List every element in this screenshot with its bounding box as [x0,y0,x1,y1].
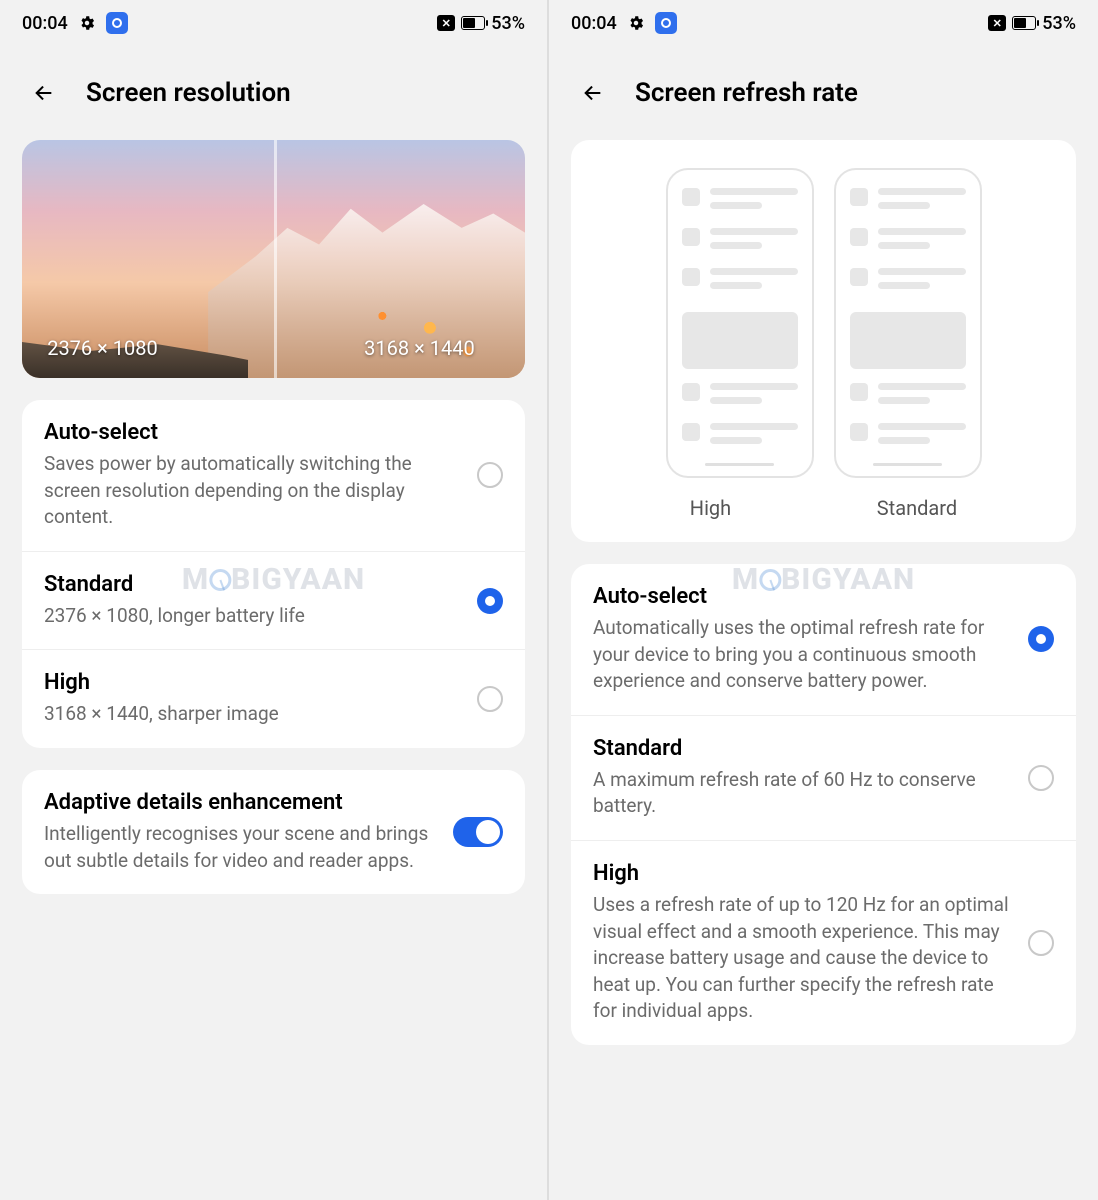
option-title: Adaptive details enhancement [44,790,441,815]
toggle-on-icon[interactable] [453,817,503,847]
option-title: Auto-select [44,420,465,445]
resolution-preview-image: 2376 × 1080 3168 × 1440 [22,140,525,378]
option-desc: Automatically uses the optimal refresh r… [593,615,1016,695]
gear-icon [627,14,645,32]
page-header: Screen refresh rate [549,42,1098,140]
phone-illustration-standard [834,168,982,478]
battery-text: 53% [491,13,525,34]
preview-res-left: 2376 × 1080 [47,336,158,360]
clock-text: 00:04 [571,13,617,34]
preview-label-high: High [690,496,731,520]
status-bar: 00:04 ✕ 53% [549,0,1098,42]
option-desc: A maximum refresh rate of 60 Hz to conse… [593,767,1016,820]
radio-unselected-icon[interactable] [1028,765,1054,791]
option-title: Standard [44,572,465,597]
option-desc: Intelligently recognises your scene and … [44,821,441,874]
status-bar: 00:04 ✕ 53% [0,0,547,42]
option-desc: Uses a refresh rate of up to 120 Hz for … [593,892,1016,1025]
option-desc: 2376 × 1080, longer battery life [44,603,465,630]
page-title: Screen resolution [86,78,291,108]
back-arrow-icon[interactable] [579,82,607,104]
option-title: Standard [593,736,1016,761]
radio-unselected-icon[interactable] [1028,930,1054,956]
option-adaptive-details[interactable]: Adaptive details enhancement Intelligent… [22,770,525,894]
radio-unselected-icon[interactable] [477,686,503,712]
camera-app-icon [655,12,677,34]
option-standard[interactable]: Standard A maximum refresh rate of 60 Hz… [571,716,1076,841]
option-desc: Saves power by automatically switching t… [44,451,465,531]
battery-text: 53% [1042,13,1076,34]
camera-app-icon [106,12,128,34]
refresh-preview: High Standard [571,140,1076,542]
option-title: High [44,670,465,695]
option-desc: 3168 × 1440, sharper image [44,701,465,728]
clock-text: 00:04 [22,13,68,34]
radio-unselected-icon[interactable] [477,462,503,488]
option-title: High [593,861,1016,886]
preview-res-right: 3168 × 1440 [364,336,475,360]
option-standard[interactable]: Standard 2376 × 1080, longer battery lif… [22,552,525,651]
option-high[interactable]: High 3168 × 1440, sharper image [22,650,525,748]
vibrate-icon: ✕ [437,15,455,31]
battery-icon [1012,16,1036,30]
option-title: Auto-select [593,584,1016,609]
page-header: Screen resolution [0,42,547,140]
gear-icon [78,14,96,32]
preview-label-standard: Standard [877,496,957,520]
phone-illustration-high [666,168,814,478]
vibrate-icon: ✕ [988,15,1006,31]
option-high[interactable]: High Uses a refresh rate of up to 120 Hz… [571,841,1076,1045]
page-title: Screen refresh rate [635,78,858,108]
radio-selected-icon[interactable] [1028,626,1054,652]
battery-icon [461,16,485,30]
radio-selected-icon[interactable] [477,588,503,614]
option-auto-select[interactable]: Auto-select Automatically uses the optim… [571,564,1076,716]
back-arrow-icon[interactable] [30,82,58,104]
option-auto-select[interactable]: Auto-select Saves power by automatically… [22,400,525,552]
